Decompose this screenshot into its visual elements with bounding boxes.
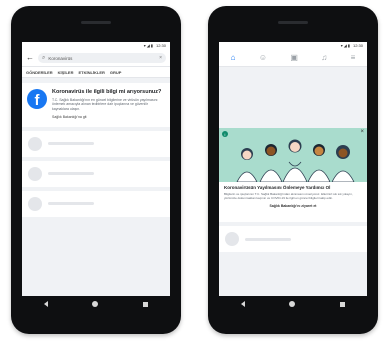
people-illustration <box>236 139 355 182</box>
banner-title: Koronavirüsün Yayılmasını Önlemeye Yardı… <box>224 185 331 190</box>
right-screen: ▾◢▮ 12:30 ⌂ ☺ ▣ ♫ ≡ i × Koronavirüsün Ya… <box>219 42 367 296</box>
right-phone: ▾◢▮ 12:30 ⌂ ☺ ▣ ♫ ≡ i × Koronavirüsün Ya… <box>208 6 378 334</box>
search-input[interactable]: ⌕ Koronavirüs × <box>38 53 166 63</box>
android-nav-bar <box>22 297 170 311</box>
nav-recent-icon[interactable] <box>142 301 148 307</box>
nav-back-icon[interactable] <box>241 301 246 307</box>
menu-icon[interactable]: ≡ <box>351 54 356 62</box>
placeholder-line <box>245 237 291 241</box>
tab-people[interactable]: KİŞİLER <box>58 70 74 75</box>
loading-placeholder <box>22 130 170 157</box>
home-icon[interactable]: ⌂ <box>231 54 236 62</box>
search-query: Koronavirüs <box>48 55 73 61</box>
nav-home-icon[interactable] <box>289 301 296 307</box>
nav-home-icon[interactable] <box>92 301 99 307</box>
banner-body: Bilgilerin ve ipuçlarının T.C. Sağlık Ba… <box>224 192 353 201</box>
android-nav-bar <box>219 297 367 311</box>
covid-banner-illustration: i × <box>219 128 367 182</box>
watch-icon[interactable]: ▣ <box>290 54 298 62</box>
status-icons: ▾◢▮ <box>143 43 154 48</box>
placeholder-line <box>48 142 94 146</box>
status-time: 12:30 <box>352 43 363 48</box>
status-bar: ▾◢▮ 12:30 <box>22 42 170 50</box>
placeholder-avatar <box>28 166 42 181</box>
left-screen: ▾◢▮ 12:30 ← ⌕ Koronavirüs × GÖNDERİLER K… <box>22 42 170 296</box>
status-time: 12:30 <box>155 43 166 48</box>
groups-icon[interactable]: ☺ <box>259 54 267 62</box>
placeholder-line <box>48 202 94 206</box>
visit-ministry-link[interactable]: Sağlık Bakanlığı'nı ziyaret et <box>219 204 367 208</box>
speaker-grille <box>81 21 111 24</box>
notifications-icon[interactable]: ♫ <box>321 54 327 62</box>
nav-recent-icon[interactable] <box>339 301 345 307</box>
covid-info-card: f Koronavirüs ile ilgili bilgi mi arıyor… <box>22 83 170 127</box>
nav-back-icon[interactable] <box>44 301 49 307</box>
loading-placeholder <box>22 190 170 217</box>
speaker-grille <box>278 21 308 24</box>
top-nav-bar: ⌂ ☺ ▣ ♫ ≡ <box>219 50 367 67</box>
ministry-link[interactable]: Sağlık Bakanlığı'na git <box>52 115 165 119</box>
left-phone: ▾◢▮ 12:30 ← ⌕ Koronavirüs × GÖNDERİLER K… <box>11 6 181 334</box>
placeholder-line <box>48 172 94 176</box>
tab-groups[interactable]: GRUP <box>110 70 122 75</box>
card-body: T.C. Sağlık Bakanlığı'nın en güncel bilg… <box>52 97 158 112</box>
search-tabs: GÖNDERİLER KİŞİLER ETKİNLİKLER GRUP <box>22 67 170 78</box>
loading-placeholder <box>219 226 367 252</box>
tab-events[interactable]: ETKİNLİKLER <box>78 70 104 75</box>
placeholder-avatar <box>28 136 42 151</box>
placeholder-avatar <box>225 232 239 246</box>
banner-text-panel: Koronavirüsün Yayılmasını Önlemeye Yardı… <box>219 182 367 222</box>
placeholder-avatar <box>28 196 42 211</box>
search-bar: ← ⌕ Koronavirüs × <box>22 50 170 67</box>
card-title: Koronavirüs ile ilgili bilgi mi arıyorsu… <box>52 89 162 95</box>
facebook-logo-icon: f <box>27 89 47 109</box>
status-icons: ▾◢▮ <box>340 43 351 48</box>
clear-icon[interactable]: × <box>159 55 162 61</box>
back-arrow-icon[interactable]: ← <box>26 54 34 62</box>
tab-posts[interactable]: GÖNDERİLER <box>26 70 53 75</box>
status-bar: ▾◢▮ 12:30 <box>219 42 367 50</box>
search-icon: ⌕ <box>42 54 46 61</box>
loading-placeholder <box>22 160 170 187</box>
